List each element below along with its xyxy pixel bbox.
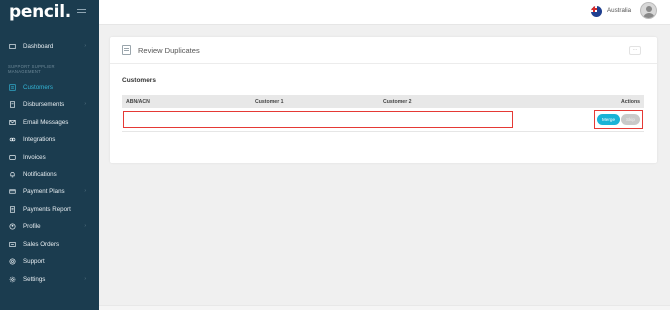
- sidebar-item-label: Integrations: [23, 135, 56, 143]
- column-header-customer-2: Customer 2: [383, 99, 412, 105]
- column-header-abn: ABN/ACN: [126, 99, 150, 105]
- sidebar-item-label: Dashboard: [23, 42, 54, 50]
- chevron-right-icon: ›: [84, 276, 86, 282]
- sales-orders-icon: [9, 241, 16, 248]
- sidebar-item-label: Support: [23, 257, 45, 265]
- bell-icon: [9, 171, 16, 178]
- document-icon: [122, 45, 131, 55]
- country-selector[interactable]: Australia: [607, 7, 631, 14]
- sidebar-item-label: Invoices: [23, 153, 46, 161]
- report-icon: [9, 205, 16, 213]
- sidebar-item-label: Settings: [23, 275, 46, 283]
- sidebar: pencil. Dashboard › SUPPORT SUPPLIER MAN…: [0, 0, 99, 310]
- sidebar-item-sales-orders[interactable]: Sales Orders: [0, 237, 99, 251]
- skip-button[interactable]: Skip: [621, 114, 640, 125]
- sidebar-item-notifications[interactable]: Notifications: [0, 167, 99, 181]
- footer: [99, 305, 670, 310]
- payment-plans-icon: [9, 188, 16, 195]
- duplicate-fields-highlight: [123, 111, 513, 128]
- dashboard-icon: [9, 43, 16, 50]
- email-icon: [9, 119, 16, 126]
- section-title: Customers: [122, 77, 156, 84]
- actions-highlight: Merge Skip: [594, 110, 643, 129]
- sidebar-item-support[interactable]: Support: [0, 254, 99, 268]
- table-header: ABN/ACN Customer 1 Customer 2 Actions: [122, 95, 644, 108]
- chevron-right-icon: ›: [84, 101, 86, 107]
- avatar[interactable]: [640, 2, 657, 19]
- sidebar-item-disbursements[interactable]: Disbursements ›: [0, 97, 99, 111]
- brand-logo[interactable]: pencil.: [9, 2, 71, 22]
- sidebar-item-customers[interactable]: Customers: [0, 80, 99, 94]
- sidebar-item-label: Customers: [23, 83, 53, 91]
- customers-icon: [9, 83, 16, 91]
- sidebar-item-label: Disbursements: [23, 100, 65, 108]
- column-header-customer-1: Customer 1: [255, 99, 284, 105]
- sidebar-item-invoices[interactable]: Invoices: [0, 150, 99, 164]
- gear-icon: [9, 276, 16, 283]
- sidebar-item-payment-plans[interactable]: Payment Plans ›: [0, 184, 99, 198]
- sidebar-item-label: Email Messages: [23, 118, 69, 126]
- chevron-right-icon: ›: [84, 223, 86, 229]
- sidebar-item-label: Sales Orders: [23, 240, 60, 248]
- column-header-actions: Actions: [620, 99, 640, 105]
- hamburger-menu-icon[interactable]: [77, 9, 86, 15]
- table-row: Merge Skip: [122, 108, 644, 132]
- profile-icon: [9, 222, 16, 230]
- sidebar-item-profile[interactable]: Profile ›: [0, 219, 99, 233]
- sidebar-item-settings[interactable]: Settings ›: [0, 272, 99, 286]
- integrations-icon: [9, 136, 16, 143]
- card-options-button[interactable]: ···: [629, 46, 641, 55]
- top-bar: Australia: [99, 0, 670, 25]
- sidebar-item-label: Payments Report: [23, 205, 71, 213]
- sidebar-item-label: Notifications: [23, 170, 57, 178]
- disbursements-icon: [9, 100, 16, 108]
- review-duplicates-card: Review Duplicates ··· Customers ABN/ACN …: [110, 37, 657, 163]
- card-header: Review Duplicates ···: [110, 37, 657, 64]
- chevron-right-icon: ›: [84, 188, 86, 194]
- merge-button[interactable]: Merge: [597, 114, 620, 125]
- sidebar-item-integrations[interactable]: Integrations: [0, 132, 99, 146]
- support-icon: [9, 257, 16, 265]
- page-title: Review Duplicates: [138, 46, 200, 55]
- sidebar-item-dashboard[interactable]: Dashboard ›: [0, 39, 99, 53]
- sidebar-item-label: Payment Plans: [23, 187, 65, 195]
- sidebar-section-label: SUPPORT SUPPLIER MANAGEMENT: [8, 64, 55, 74]
- australia-flag-icon[interactable]: [591, 6, 602, 17]
- sidebar-item-label: Profile: [23, 222, 41, 230]
- sidebar-item-payments-report[interactable]: Payments Report: [0, 202, 99, 216]
- chevron-right-icon: ›: [84, 43, 86, 49]
- sidebar-item-email-messages[interactable]: Email Messages: [0, 115, 99, 129]
- invoices-icon: [9, 154, 16, 161]
